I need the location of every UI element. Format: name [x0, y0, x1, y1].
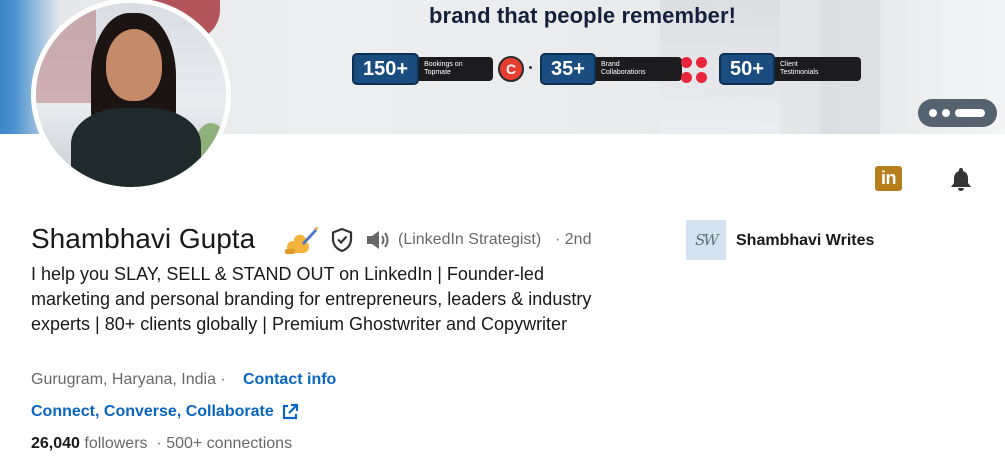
- stat-label: Client Testimonials: [774, 57, 861, 81]
- banner-stat-bookings: 150+ Bookings on Topmate: [352, 53, 494, 85]
- verified-shield-icon[interactable]: [330, 227, 354, 253]
- profile-photo[interactable]: [31, 0, 231, 192]
- stat-number: 35+: [540, 53, 596, 85]
- banner-headline: brand that people remember!: [429, 3, 737, 28]
- carousel-dot-active[interactable]: [955, 109, 985, 117]
- company-logo[interactable]: SW: [686, 220, 726, 260]
- followers-label: followers: [84, 435, 148, 452]
- contact-info-link[interactable]: Contact info: [243, 371, 336, 389]
- followers-count: 26,040: [31, 435, 80, 452]
- external-link-icon: [282, 403, 298, 420]
- website-link[interactable]: Connect, Converse, Collaborate: [31, 403, 299, 421]
- stat-label-line: Client: [779, 61, 798, 68]
- website-link-label: Connect, Converse, Collaborate: [31, 403, 274, 420]
- profile-location: Gurugram, Haryana, India ·: [31, 371, 226, 388]
- topmate-logo-icon: C: [498, 56, 524, 82]
- carousel-dot[interactable]: [929, 109, 937, 117]
- pronunciation-speaker-icon[interactable]: [365, 228, 393, 252]
- separator-dot: [529, 66, 532, 69]
- connections-count[interactable]: · 500+ connections: [156, 435, 292, 452]
- company-name[interactable]: Shambhavi Writes: [736, 232, 874, 250]
- stat-label-line: Topmate: [424, 69, 451, 76]
- bell-icon[interactable]: [947, 165, 975, 193]
- stat-label: Brand Collaborations: [595, 57, 682, 81]
- carousel-dot[interactable]: [942, 109, 950, 117]
- followers-connections[interactable]: 26,040 followers · 500+ connections: [31, 435, 292, 453]
- banner-stat-brands: 35+ Brand Collaborations: [540, 53, 682, 85]
- brand-dots-icon: [681, 57, 709, 85]
- writing-hand-emoji-icon: [285, 227, 318, 254]
- stat-label-line: Testimonials: [779, 69, 819, 76]
- profile-headline: I help you SLAY, SELL & STAND OUT on Lin…: [31, 264, 592, 334]
- stat-number: 150+: [352, 53, 420, 85]
- stat-label-line: Collaborations: [600, 69, 646, 76]
- banner-stat-testimonials: 50+ Client Testimonials: [719, 53, 861, 85]
- stat-label-line: Brand: [600, 61, 620, 68]
- stat-label: Bookings on Topmate: [419, 57, 494, 81]
- profile-pronouns: (LinkedIn Strategist): [398, 231, 542, 248]
- linkedin-premium-icon[interactable]: in: [875, 166, 902, 191]
- banner-carousel-control[interactable]: [918, 99, 997, 127]
- stat-label-line: Bookings on: [424, 61, 463, 68]
- connection-degree: · 2nd: [555, 231, 592, 248]
- profile-name: Shambhavi Gupta: [31, 223, 256, 254]
- avatar-image: [36, 3, 226, 187]
- stat-number: 50+: [719, 53, 775, 85]
